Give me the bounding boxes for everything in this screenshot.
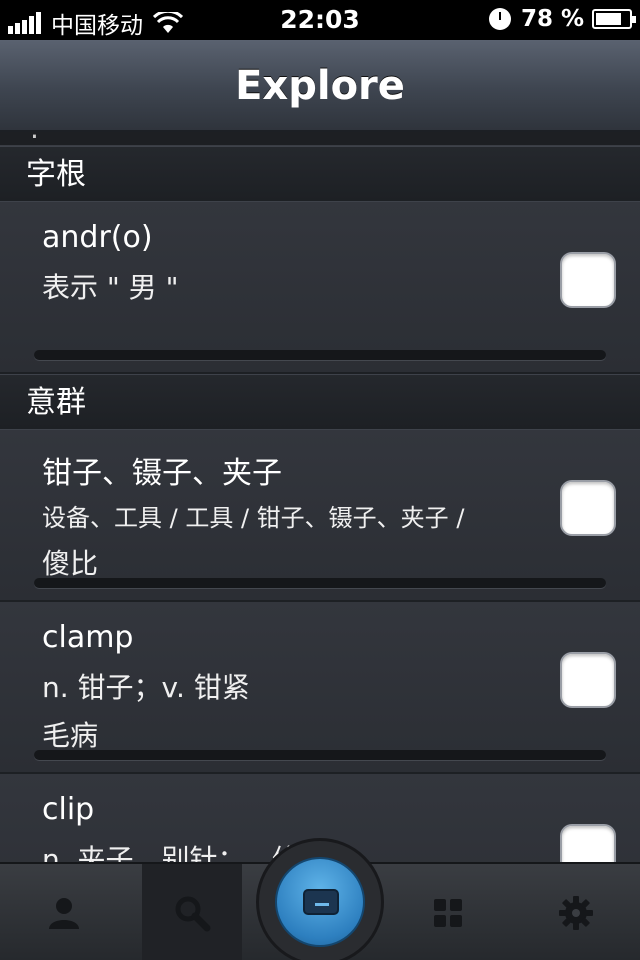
battery-percent: 78 % [520, 6, 584, 32]
item-progress-bar [34, 350, 606, 360]
page-title: Explore [235, 63, 405, 109]
list-item[interactable]: 钳子、镊子、夹子 设备、工具 / 工具 / 钳子、镊子、夹子 / 傻比 [0, 430, 640, 602]
section-header-groups: 意群 [0, 374, 640, 430]
item-checkbox[interactable] [560, 480, 616, 536]
alarm-clock-icon [488, 8, 511, 30]
tab-search[interactable] [142, 864, 242, 960]
item-title: clamp [42, 620, 134, 655]
tab-settings[interactable] [526, 864, 626, 960]
item-meaning: 表示 " 男 " [42, 271, 179, 304]
tab-profile[interactable] [14, 864, 114, 960]
card-icon [303, 889, 339, 915]
item-title: andr(o) [42, 220, 153, 255]
grid-icon [434, 899, 462, 927]
item-checkbox[interactable] [560, 252, 616, 308]
person-icon [49, 898, 79, 929]
item-meaning: n. 钳子；v. 钳紧 [42, 671, 250, 704]
gear-icon [559, 896, 593, 930]
item-progress-bar [34, 750, 606, 760]
status-bar: 中国移动 22:03 78 % [0, 0, 640, 40]
navigation-bar: Explore [0, 40, 640, 132]
review-button-ring [256, 838, 384, 960]
list-item[interactable]: clamp n. 钳子；v. 钳紧 毛病 [0, 602, 640, 774]
tab-grid[interactable] [398, 864, 498, 960]
item-note: 傻比 [42, 547, 99, 580]
item-note: 毛病 [42, 719, 99, 752]
item-checkbox[interactable] [560, 652, 616, 708]
section-header-cut: . [0, 132, 640, 146]
item-meaning: 设备、工具 / 工具 / 钳子、镊子、夹子 / [42, 504, 465, 532]
item-title: 钳子、镊子、夹子 [42, 456, 282, 491]
list-item[interactable]: andr(o) 表示 " 男 " [0, 202, 640, 374]
search-icon [175, 896, 211, 932]
item-progress-bar [34, 578, 606, 588]
explore-list[interactable]: . 字根 andr(o) 表示 " 男 " 意群 钳子、镊子、夹子 设备、工具 … [0, 132, 640, 862]
battery-icon [592, 9, 636, 29]
item-title: clip [42, 792, 95, 827]
item-checkbox[interactable] [560, 824, 616, 862]
review-button[interactable] [275, 857, 365, 947]
section-header-roots: 字根 [0, 146, 640, 202]
tab-bar [0, 838, 640, 960]
